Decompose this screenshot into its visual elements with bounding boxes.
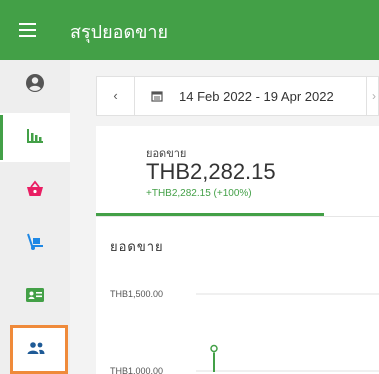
- main-content: ‹ 14 Feb 2022 - 19 Apr 2022 › ยอดขาย THB…: [70, 60, 379, 374]
- previous-range-button[interactable]: ‹: [97, 77, 135, 115]
- next-range-button[interactable]: ›: [367, 77, 379, 115]
- sidebar-item-employees[interactable]: [10, 325, 68, 374]
- people-icon: [27, 342, 45, 354]
- y-tick-label-1500: THB1,500.00: [110, 289, 163, 299]
- divider: [96, 216, 379, 217]
- top-app-bar: สรุปยอดขาย: [0, 0, 379, 60]
- date-range-text: 14 Feb 2022 - 19 Apr 2022: [179, 89, 334, 104]
- sales-summary-card: ยอดขาย THB2,282.15 +THB2,282.15 (+100%) …: [96, 126, 379, 374]
- sidebar-item-inventory[interactable]: [0, 219, 70, 268]
- basket-icon: [27, 180, 43, 196]
- date-range-picker[interactable]: 14 Feb 2022 - 19 Apr 2022: [135, 77, 367, 115]
- id-card-icon: [26, 288, 44, 302]
- chevron-left-icon: ‹: [113, 88, 118, 103]
- chevron-right-icon: ›: [372, 89, 376, 103]
- y-tick-label-1000: THB1,000.00: [110, 366, 163, 374]
- stat-change: +THB2,282.15 (+100%): [146, 188, 252, 199]
- series-line: [210, 344, 218, 372]
- sidebar: [0, 60, 70, 374]
- hamburger-menu-icon[interactable]: [14, 18, 52, 46]
- page-title: สรุปยอดขาย: [70, 22, 169, 42]
- bar-chart-icon: [27, 129, 43, 143]
- sales-stat-tab[interactable]: ยอดขาย THB2,282.15 +THB2,282.15 (+100%): [96, 126, 324, 216]
- sidebar-item-orders[interactable]: [0, 166, 70, 215]
- calendar-icon: [151, 91, 163, 102]
- sidebar-item-customers[interactable]: [0, 272, 70, 321]
- stat-value: THB2,282.15: [146, 159, 276, 184]
- sales-line-chart: THB1,500.00 THB1,000.00: [110, 289, 379, 374]
- sidebar-item-reports[interactable]: [0, 113, 70, 162]
- series-point[interactable]: [210, 344, 218, 353]
- chart-title: ยอดขาย: [110, 239, 164, 254]
- date-range-bar: ‹ 14 Feb 2022 - 19 Apr 2022 ›: [96, 76, 379, 116]
- sidebar-item-account[interactable]: [0, 60, 70, 109]
- hand-truck-icon: [27, 233, 43, 250]
- series-line-path: [213, 352, 215, 372]
- account-circle-icon: [26, 74, 44, 92]
